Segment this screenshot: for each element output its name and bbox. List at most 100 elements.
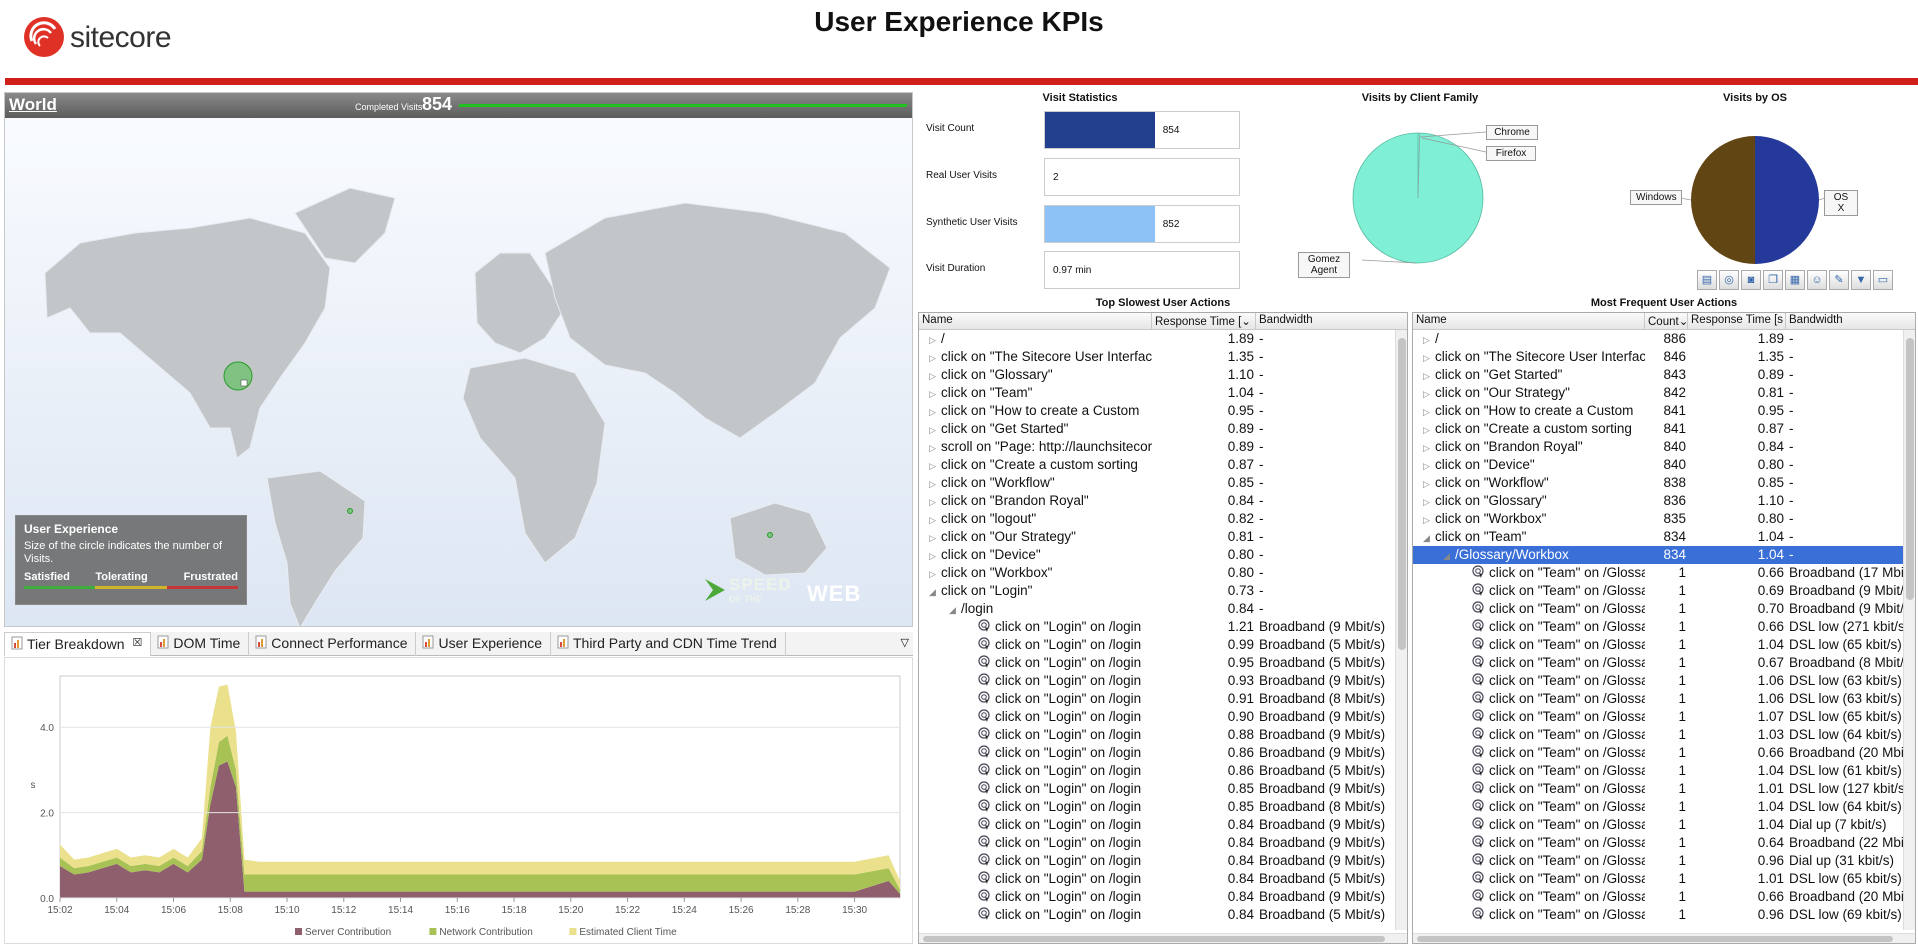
scroll-thumb[interactable] [923, 936, 1385, 942]
expand-icon[interactable]: ▷ [929, 565, 937, 582]
visit-circle-south-america[interactable] [347, 508, 353, 514]
table-row[interactable]: click on "Login" on /login 0.85 Broadband … [919, 780, 1407, 798]
expand-icon[interactable]: ▷ [1423, 439, 1431, 456]
table-row[interactable]: click on "Team" on /Glossary 1 1.04 DSL low… [1413, 636, 1915, 654]
table-row[interactable]: click on "Login" on /login 0.91 Broadband … [919, 690, 1407, 708]
table-row[interactable]: ▷ click on "How to create a Custom 0.95- [919, 402, 1407, 420]
table-row[interactable]: click on "Login" on /login 0.84 Broadband … [919, 816, 1407, 834]
table-row[interactable]: click on "Login" on /login 1.21 Broadband … [919, 618, 1407, 636]
table-row[interactable]: ▷ click on "Our Strategy" 842 0.81- [1413, 384, 1915, 402]
table-row[interactable]: click on "Login" on /login 0.85 Broadband … [919, 798, 1407, 816]
table-row[interactable]: click on "Team" on /Glossary 1 0.64 Broadba… [1413, 834, 1915, 852]
user-icon[interactable]: ☺ [1807, 270, 1827, 290]
table-row[interactable]: ▷ click on "Workflow" 838 0.85- [1413, 474, 1915, 492]
expand-icon[interactable]: ▷ [1423, 493, 1431, 510]
expand-icon[interactable]: ▷ [929, 547, 937, 564]
table-row[interactable]: click on "Team" on /Glossary 1 0.67 Broadba… [1413, 654, 1915, 672]
close-icon[interactable]: ☒ [133, 636, 143, 649]
column-header-name[interactable]: Name [1413, 313, 1645, 330]
table-row[interactable]: click on "Team" on /Glossary 1 1.06 DSL low… [1413, 672, 1915, 690]
expand-icon[interactable]: ▷ [1423, 349, 1431, 366]
table-row[interactable]: ▷ click on "Glossary" 836 1.10- [1413, 492, 1915, 510]
table-row[interactable]: click on "Login" on /login 0.84 Broadband … [919, 888, 1407, 906]
table-row[interactable]: click on "Team" on /Glossary 1 1.04 DSL low… [1413, 762, 1915, 780]
table-row[interactable]: click on "Login" on /login 0.84 Broadband … [919, 906, 1407, 924]
tab-tier-breakdown[interactable]: Tier Breakdown ☒ [4, 632, 152, 656]
expand-icon[interactable]: ▷ [1423, 511, 1431, 528]
table-row[interactable]: click on "Login" on /login 0.93 Broadband … [919, 672, 1407, 690]
table-row[interactable]: click on "Team" on /Glossary 1 0.69 Broadba… [1413, 582, 1915, 600]
table-row[interactable]: ▷ click on "How to create a Custom 841 0.95… [1413, 402, 1915, 420]
table-row[interactable]: click on "Team" on /Glossary 1 0.66 Broadba… [1413, 564, 1915, 582]
globe-icon[interactable]: ◎ [1719, 270, 1739, 290]
expand-icon[interactable]: ▷ [929, 493, 937, 510]
horizontal-scrollbar[interactable] [1413, 933, 1915, 943]
report-icon[interactable]: ▤ [1697, 270, 1717, 290]
table-row[interactable]: ▷ click on "Workbox" 0.80- [919, 564, 1407, 582]
table-row[interactable]: click on "Team" on /Glossary 1 1.03 DSL low… [1413, 726, 1915, 744]
table-row[interactable]: click on "Login" on /login 0.84 Broadband … [919, 852, 1407, 870]
collapse-icon[interactable]: ◢ [929, 583, 937, 600]
collapse-icon[interactable]: ◢ [1423, 529, 1431, 546]
expand-icon[interactable]: ▷ [1423, 385, 1431, 402]
tab-connect-performance[interactable]: Connect Performance [249, 632, 417, 656]
table-row[interactable]: click on "Team" on /Glossary 1 0.66 Broadba… [1413, 888, 1915, 906]
expand-icon[interactable]: ▷ [1423, 475, 1431, 492]
column-header-bandwidth[interactable]: Bandwidth [1786, 313, 1915, 330]
collapse-icon[interactable]: ◢ [1443, 547, 1451, 564]
table-icon[interactable]: ▦ [1785, 270, 1805, 290]
expand-icon[interactable]: ▷ [929, 457, 937, 474]
table-row[interactable]: ◢ /Glossary/Workbox 834 1.04- [1413, 546, 1915, 564]
table-row[interactable]: ▷ click on "Team" 1.04- [919, 384, 1407, 402]
table-row[interactable]: click on "Team" on /Glossary 1 1.01 DSL low… [1413, 780, 1915, 798]
table-row[interactable]: ▷ click on "Create a custom sorting 841 0.8… [1413, 420, 1915, 438]
expand-icon[interactable]: ▷ [929, 439, 937, 456]
table-row[interactable]: ▷/1.89- [919, 330, 1407, 348]
table-row[interactable]: ▷ click on "Glossary" 1.10- [919, 366, 1407, 384]
table-row[interactable]: ◢ /login 0.84- [919, 600, 1407, 618]
table-row[interactable]: click on "Login" on /login 0.86 Broadband … [919, 762, 1407, 780]
collapse-icon[interactable]: ◢ [949, 601, 957, 618]
horizontal-scrollbar[interactable] [919, 933, 1407, 943]
table-row[interactable]: click on "Team" on /Glossary 1 1.01 DSL low… [1413, 870, 1915, 888]
table-row[interactable]: click on "Login" on /login 0.90 Broadband … [919, 708, 1407, 726]
expand-icon[interactable]: ▷ [929, 349, 937, 366]
expand-icon[interactable]: ▷ [929, 367, 937, 384]
column-header-name[interactable]: Name [919, 313, 1152, 330]
table-row[interactable]: click on "Team" on /Glossary 1 0.66 DSL low… [1413, 618, 1915, 636]
filter-icon[interactable]: ▼ [1851, 270, 1871, 290]
tab-third-party-cdn[interactable]: Third Party and CDN Time Trend [551, 632, 786, 656]
column-header-response-time[interactable]: Response Time [⌄ [1152, 313, 1256, 330]
visit-circle-north-america[interactable] [223, 361, 253, 391]
copy-icon[interactable]: ❐ [1763, 270, 1783, 290]
table-row[interactable]: click on "Team" on /Glossary 1 0.66 Broadba… [1413, 744, 1915, 762]
table-row[interactable]: click on "Team" on /Glossary 1 1.07 DSL low… [1413, 708, 1915, 726]
table-row[interactable]: click on "Team" on /Glossary 1 0.96 Dial up… [1413, 852, 1915, 870]
table-row[interactable]: ▷ click on "Brandon Royal" 0.84- [919, 492, 1407, 510]
expand-icon[interactable]: ▷ [929, 403, 937, 420]
pie-slice-osx[interactable] [1755, 136, 1819, 264]
expand-icon[interactable]: ▷ [1423, 403, 1431, 420]
table-row[interactable]: ◢ click on "Team" 834 1.04- [1413, 528, 1915, 546]
table-row[interactable]: ▷ click on "Device" 840 0.80- [1413, 456, 1915, 474]
table-row[interactable]: ▷ click on "Device" 0.80- [919, 546, 1407, 564]
expand-icon[interactable]: ▷ [929, 331, 937, 348]
table-row[interactable]: click on "Login" on /login 0.84 Broadband … [919, 834, 1407, 852]
table-row[interactable]: ▷ click on "logout" 0.82- [919, 510, 1407, 528]
expand-icon[interactable]: ▷ [929, 385, 937, 402]
expand-icon[interactable]: ▷ [1423, 457, 1431, 474]
location-marker-icon[interactable] [240, 379, 248, 387]
column-header-bandwidth[interactable]: Bandwidth [1256, 313, 1407, 330]
table-row[interactable]: click on "Team" on /Glossary 1 1.04 Dial up… [1413, 816, 1915, 834]
table-row[interactable]: click on "Team" on /Glossary 1 1.06 DSL low… [1413, 690, 1915, 708]
pie-slice-windows[interactable] [1691, 136, 1755, 264]
world-region-link[interactable]: World [9, 95, 57, 115]
table-row[interactable]: click on "Team" on /Glossary 1 1.04 DSL low… [1413, 798, 1915, 816]
table-row[interactable]: ▷ click on "The Sitecore User Interface" 8… [1413, 348, 1915, 366]
table-row[interactable]: click on "Login" on /login 0.88 Broadband … [919, 726, 1407, 744]
expand-icon[interactable]: ▷ [1423, 367, 1431, 384]
expand-icon[interactable]: ▷ [929, 511, 937, 528]
table-row[interactable]: ▷ click on "Workflow" 0.85- [919, 474, 1407, 492]
table-row[interactable]: click on "Login" on /login 0.99 Broadband … [919, 636, 1407, 654]
table-row[interactable]: click on "Login" on /login 0.95 Broadband … [919, 654, 1407, 672]
